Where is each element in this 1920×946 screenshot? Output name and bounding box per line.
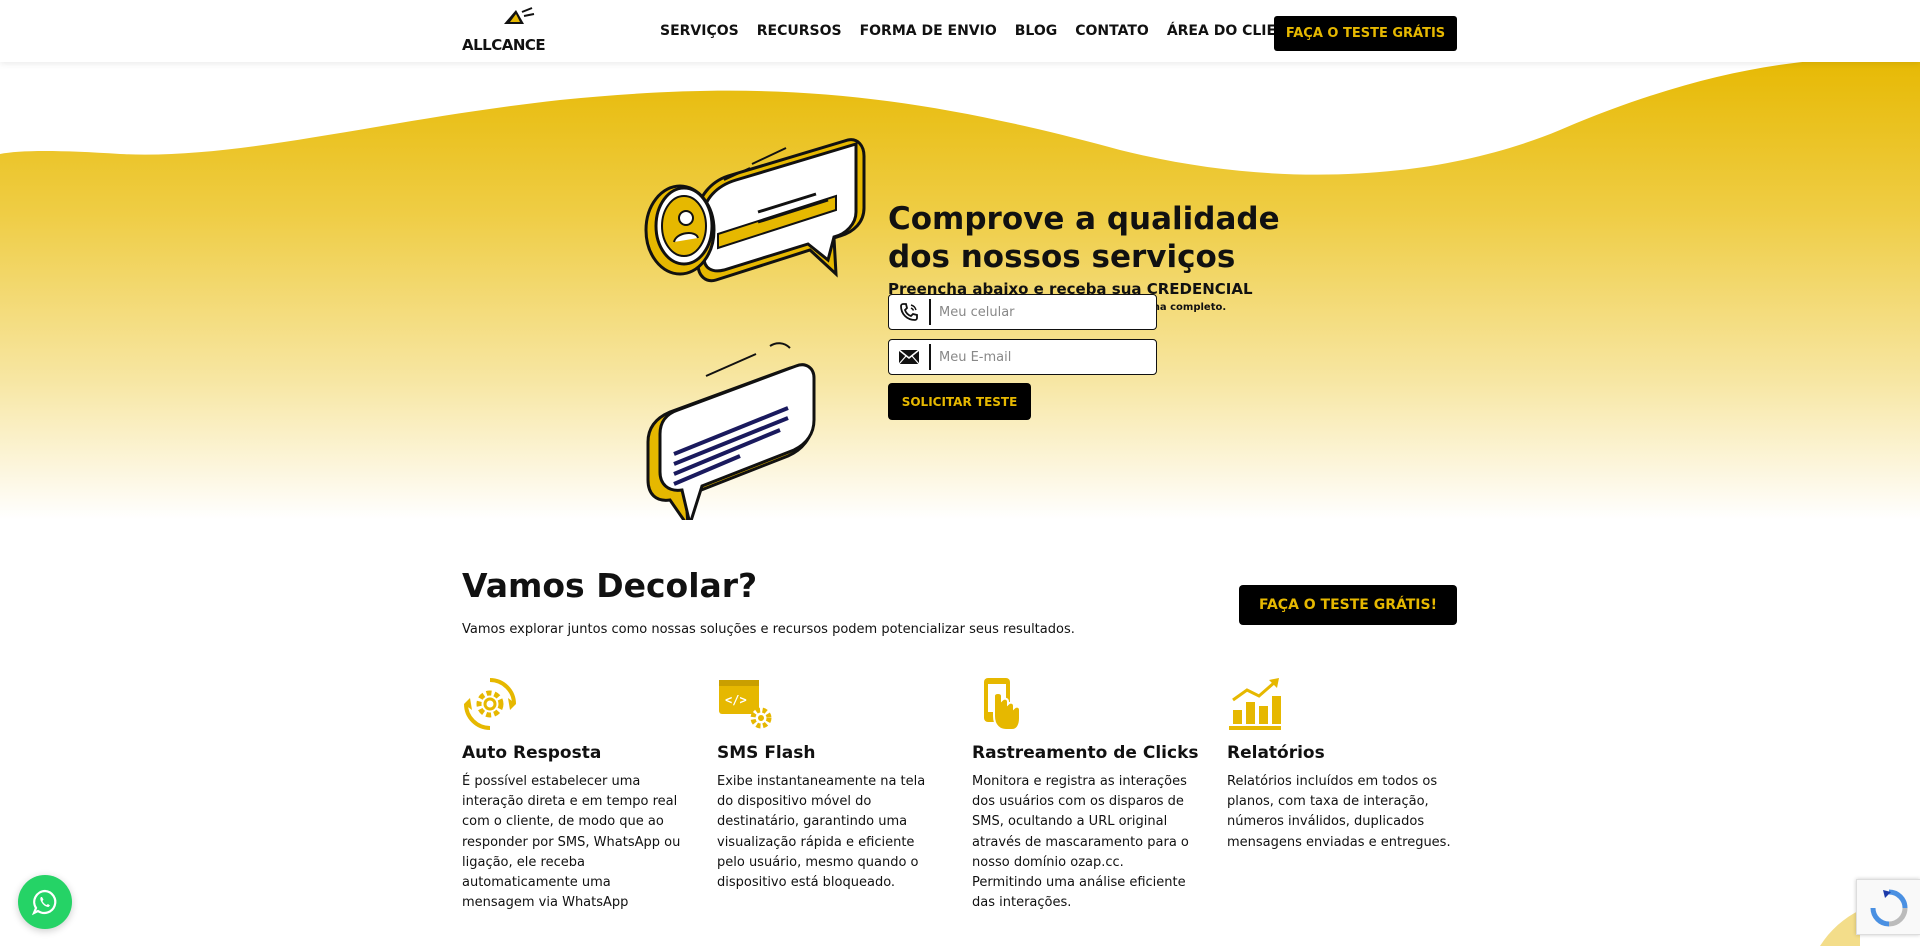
feature-title: Relatórios [1227,743,1325,763]
section-subtitle: Vamos explorar juntos como nossas soluçõ… [462,622,1075,637]
feature-title: Rastreamento de Clicks [972,743,1199,763]
recaptcha-badge[interactable] [1856,879,1920,935]
section-free-trial-button[interactable]: FAÇA O TESTE GRÁTIS! [1239,585,1457,625]
logo-icon [504,7,535,24]
phone-icon [889,299,931,325]
svg-text:</>: </> [725,693,747,707]
whatsapp-chat-button[interactable] [18,875,72,929]
nav-recursos[interactable]: RECURSOS [757,23,842,39]
recaptcha-icon [1870,889,1908,927]
chat-bubble-illustration [644,138,866,283]
free-trial-button[interactable]: FAÇA O TESTE GRÁTIS [1274,16,1457,51]
message-bubble-illustration [646,342,816,520]
email-field [888,339,1157,375]
feature-title: Auto Resposta [462,743,602,763]
logo-text: ALLCANCE [462,36,546,54]
envelope-icon [889,344,931,370]
white-wave-shape [0,50,1920,175]
section-title: Vamos Decolar? [462,566,758,605]
request-test-button[interactable]: SOLICITAR TESTE [888,383,1031,420]
logo[interactable]: ALLCANCE [462,6,554,54]
feature-title: SMS Flash [717,743,816,763]
feature-auto-resposta: Auto Resposta É possível estabelecer uma… [462,676,692,910]
nav-servicos[interactable]: SERVIÇOS [660,23,739,39]
feature-text: É possível estabelecer uma interação dir… [462,774,681,911]
whatsapp-icon [31,889,57,916]
feature-text: Monitora e registra as interações dos us… [972,774,1189,911]
feature-rastreamento: Rastreamento de Clicks Monitora e regist… [972,676,1202,910]
nav-contato[interactable]: CONTATO [1075,23,1149,39]
feature-text: Relatórios incluídos em todos os planos,… [1227,774,1451,850]
nav-blog[interactable]: BLOG [1015,23,1058,39]
phone-touch-icon [984,678,1021,731]
code-gear-icon: </> [719,680,772,729]
main-nav: SERVIÇOS RECURSOS FORMA DE ENVIO BLOG CO… [660,0,1325,62]
phone-field [888,294,1157,330]
site-header: ALLCANCE SERVIÇOS RECURSOS FORMA DE ENVI… [0,0,1920,62]
gear-cycle-icon [464,678,516,730]
hero-section: Comprove a qualidade dos nossos serviços… [0,50,1920,520]
email-input[interactable] [931,349,1151,365]
bar-chart-icon [1229,678,1281,730]
hero-title: Comprove a qualidade dos nossos serviços [888,201,1280,275]
nav-forma-de-envio[interactable]: FORMA DE ENVIO [860,23,997,39]
feature-relatorios: Relatórios Relatórios incluídos em todos… [1227,676,1457,850]
phone-input[interactable] [931,304,1151,320]
feature-sms-flash: </> SMS Flash Exibe instantaneamente na … [717,676,947,890]
feature-text: Exibe instantaneamente na tela do dispos… [717,774,926,891]
corner-decoration [1820,910,1860,946]
